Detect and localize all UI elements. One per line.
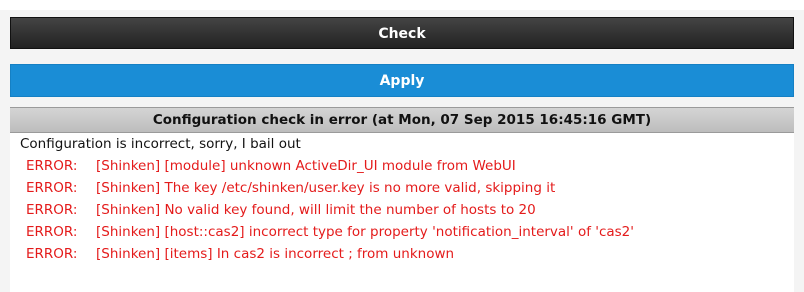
error-row: ERROR: [Shinken] The key /etc/shinken/use… bbox=[10, 177, 794, 199]
error-message: [Shinken] [items] In cas2 is incorrect ;… bbox=[96, 246, 455, 262]
error-message: [Shinken] No valid key found, will limit… bbox=[96, 202, 536, 218]
error-row: ERROR: [Shinken] [items] In cas2 is incor… bbox=[10, 243, 794, 265]
error-message: [Shinken] [module] unknown ActiveDir_UI … bbox=[96, 158, 516, 174]
config-check-header: Configuration check in error (at Mon, 07… bbox=[10, 107, 794, 133]
error-row: ERROR: [Shinken] [module] unknown ActiveD… bbox=[10, 155, 794, 177]
error-row: ERROR: [Shinken] [host::cas2] incorrect t… bbox=[10, 221, 794, 243]
error-level: ERROR: bbox=[26, 180, 78, 196]
error-row: ERROR: [Shinken] No valid key found, will… bbox=[10, 199, 794, 221]
error-level: ERROR: bbox=[26, 224, 78, 240]
config-check-panel: Configuration check in error (at Mon, 07… bbox=[10, 107, 794, 292]
error-level: ERROR: bbox=[26, 158, 78, 174]
error-message: [Shinken] [host::cas2] incorrect type fo… bbox=[96, 224, 634, 240]
top-strip bbox=[0, 0, 804, 10]
error-level: ERROR: bbox=[26, 202, 78, 218]
error-level: ERROR: bbox=[26, 246, 78, 262]
config-summary: Configuration is incorrect, sorry, I bai… bbox=[20, 136, 301, 152]
check-button[interactable]: Check bbox=[10, 17, 794, 49]
apply-button[interactable]: Apply bbox=[10, 64, 794, 97]
error-message: [Shinken] The key /etc/shinken/user.key … bbox=[96, 180, 556, 196]
